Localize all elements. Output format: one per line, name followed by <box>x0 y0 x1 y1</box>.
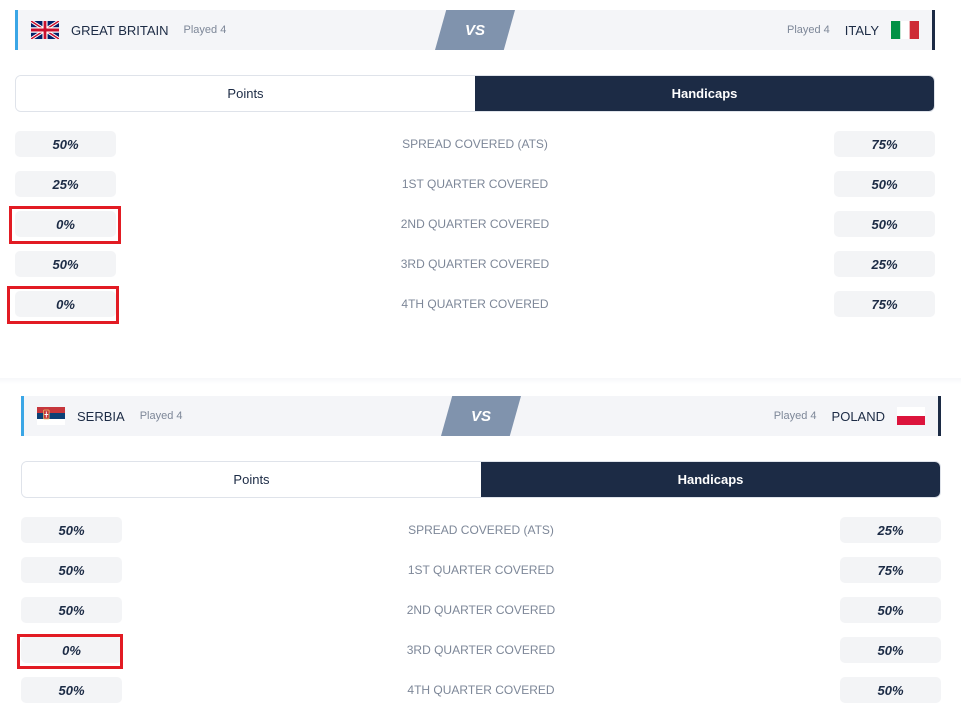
match-header: SERBIA Played 4 VS Played 4 POLAND <box>21 396 941 436</box>
home-value: 50% <box>21 597 122 623</box>
stat-row-1st-quarter-covered: 50% 1ST QUARTER COVERED 75% <box>21 557 941 597</box>
tab-points[interactable]: Points <box>22 462 481 497</box>
stat-label: 3RD QUARTER COVERED <box>406 643 556 657</box>
match-card-great-britain-italy: GREAT BRITAIN Played 4 VS Played 4 ITALY… <box>15 10 935 317</box>
home-value: 50% <box>15 131 116 157</box>
home-value: 50% <box>21 517 122 543</box>
stat-label: 4TH QUARTER COVERED <box>407 683 555 697</box>
stat-label: SPREAD COVERED (ATS) <box>408 523 554 537</box>
home-team-name: GREAT BRITAIN <box>71 22 169 38</box>
home-team[interactable]: SERBIA Played 4 <box>37 396 183 436</box>
stat-label: 1ST QUARTER COVERED <box>407 563 555 577</box>
home-team-played: Played 4 <box>183 24 227 36</box>
poland-flag-icon <box>897 407 925 425</box>
away-value: 75% <box>834 131 935 157</box>
away-value: 50% <box>840 677 941 703</box>
stat-row-3rd-quarter-covered: 50% 3RD QUARTER COVERED 25% <box>15 251 935 291</box>
stat-row-spread-covered: 50% SPREAD COVERED (ATS) 25% <box>21 517 941 557</box>
italy-flag-icon <box>891 21 919 39</box>
vs-badge: VS <box>435 10 515 50</box>
section-divider <box>0 378 961 384</box>
match-card-serbia-poland: SERBIA Played 4 VS Played 4 POLAND Point… <box>21 396 941 703</box>
united-kingdom-flag-icon <box>31 21 59 39</box>
serbia-flag-icon <box>37 407 65 425</box>
away-value: 50% <box>834 211 935 237</box>
home-team-played: Played 4 <box>139 410 183 422</box>
stat-label: 2ND QUARTER COVERED <box>406 603 556 617</box>
vs-label: VS <box>470 407 491 425</box>
home-value: 50% <box>21 557 122 583</box>
away-value: 25% <box>840 517 941 543</box>
away-value: 75% <box>834 291 935 317</box>
stat-label: 1ST QUARTER COVERED <box>401 177 549 191</box>
vs-badge: VS <box>441 396 521 436</box>
home-value: 0% <box>15 291 116 317</box>
stat-row-spread-covered: 50% SPREAD COVERED (ATS) 75% <box>15 131 935 171</box>
stat-row-2nd-quarter-covered: 50% 2ND QUARTER COVERED 50% <box>21 597 941 637</box>
home-value: 0% <box>15 211 116 237</box>
stat-label: SPREAD COVERED (ATS) <box>402 137 548 151</box>
home-team-name: SERBIA <box>77 408 125 424</box>
away-value: 75% <box>840 557 941 583</box>
stat-row-4th-quarter-covered: 50% 4TH QUARTER COVERED 50% <box>21 677 941 714</box>
home-value: 50% <box>21 677 122 703</box>
home-team[interactable]: GREAT BRITAIN Played 4 <box>31 10 226 50</box>
away-value: 25% <box>834 251 935 277</box>
handicap-stats-list: 50% SPREAD COVERED (ATS) 75% 25% 1ST QUA… <box>15 131 935 331</box>
tab-handicaps[interactable]: Handicaps <box>481 462 940 497</box>
away-value: 50% <box>834 171 935 197</box>
away-team-played: Played 4 <box>773 410 817 422</box>
home-value: 25% <box>15 171 116 197</box>
home-value: 0% <box>21 637 122 663</box>
stat-label: 2ND QUARTER COVERED <box>400 217 550 231</box>
vs-label: VS <box>464 21 485 39</box>
away-team-played: Played 4 <box>786 24 830 36</box>
away-team[interactable]: Played 4 ITALY <box>787 10 919 50</box>
stat-row-4th-quarter-covered: 0% 4TH QUARTER COVERED 75% <box>15 291 935 331</box>
away-team-name: ITALY <box>844 22 879 38</box>
away-team[interactable]: Played 4 POLAND <box>774 396 925 436</box>
stats-tabs: Points Handicaps <box>15 75 935 112</box>
handicap-stats-list: 50% SPREAD COVERED (ATS) 25% 50% 1ST QUA… <box>21 517 941 714</box>
stat-label: 4TH QUARTER COVERED <box>401 297 549 311</box>
away-value: 50% <box>840 597 941 623</box>
tab-handicaps[interactable]: Handicaps <box>475 76 934 111</box>
stat-row-2nd-quarter-covered: 0% 2ND QUARTER COVERED 50% <box>15 211 935 251</box>
stat-row-3rd-quarter-covered: 0% 3RD QUARTER COVERED 50% <box>21 637 941 677</box>
away-value: 50% <box>840 637 941 663</box>
tab-points[interactable]: Points <box>16 76 475 111</box>
stats-tabs: Points Handicaps <box>21 461 941 498</box>
stat-label: 3RD QUARTER COVERED <box>400 257 550 271</box>
away-team-name: POLAND <box>831 408 885 424</box>
match-header: GREAT BRITAIN Played 4 VS Played 4 ITALY <box>15 10 935 50</box>
home-value: 50% <box>15 251 116 277</box>
stat-row-1st-quarter-covered: 25% 1ST QUARTER COVERED 50% <box>15 171 935 211</box>
